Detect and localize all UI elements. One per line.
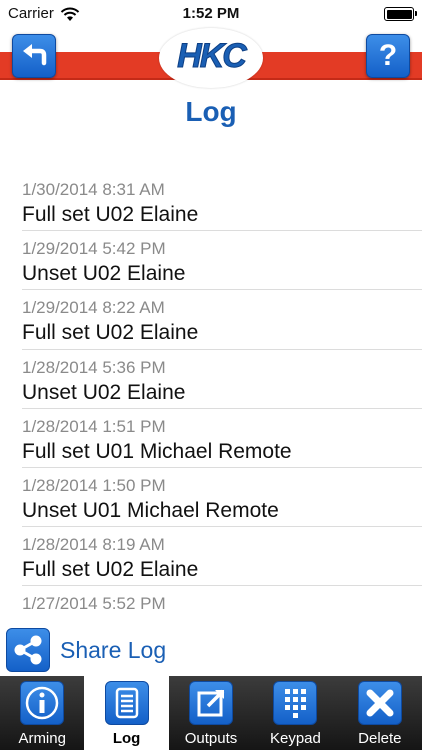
share-log-button[interactable]: Share Log (6, 628, 166, 672)
back-button[interactable] (12, 34, 56, 78)
hkc-logo: HKC (159, 28, 263, 88)
log-item: 1/27/2014 5:52 PM (22, 586, 422, 618)
log-item: 1/28/2014 1:51 PM Full set U01 Michael R… (22, 409, 422, 468)
share-log-label: Share Log (60, 636, 167, 663)
log-item: 1/29/2014 5:42 PM Unset U02 Elaine (22, 231, 422, 291)
log-time: 1/28/2014 5:36 PM (22, 357, 166, 377)
battery-icon (384, 7, 417, 21)
log-event: Unset U01 Michael Remote (22, 498, 279, 522)
tab-bar: Arming Log Outputs Keypad Delete (0, 676, 422, 750)
tab-outputs[interactable]: Outputs (169, 676, 253, 750)
log-item: 1/30/2014 8:31 AM Full set U02 Elaine (22, 172, 422, 232)
tab-arming[interactable]: Arming (0, 676, 84, 750)
tab-delete[interactable]: Delete (338, 676, 422, 750)
help-icon: ? (378, 39, 398, 72)
log-event: Unset U02 Elaine (22, 262, 186, 286)
log-item: 1/28/2014 1:50 PM Unset U01 Michael Remo… (22, 468, 422, 528)
tab-label: Log (112, 730, 141, 747)
external-link-icon (189, 681, 234, 725)
log-time: 1/28/2014 8:19 AM (22, 535, 165, 555)
logo-text: HKC (177, 37, 248, 76)
share-icon-glyph (14, 635, 42, 665)
log-item: 1/29/2014 8:22 AM Full set U02 Elaine (22, 290, 422, 350)
log-event: Full set U01 Michael Remote (22, 439, 292, 463)
share-icon (6, 628, 50, 672)
log-time: 1/28/2014 1:50 PM (22, 475, 166, 495)
log-time: 1/30/2014 8:31 AM (22, 180, 165, 199)
page-title: Log (185, 96, 237, 127)
log-item: 1/28/2014 5:36 PM Unset U02 Elaine (22, 350, 422, 409)
tab-label: Outputs (184, 730, 238, 747)
log-event: Full set U02 Elaine (22, 558, 199, 582)
keypad-icon (273, 681, 318, 725)
back-arrow-icon (23, 44, 47, 66)
log-list[interactable]: 1/30/2014 8:31 AM Full set U02 Elaine 1/… (0, 172, 422, 618)
log-time: 1/29/2014 8:22 AM (22, 298, 165, 318)
log-item: 1/28/2014 8:19 AM Full set U02 Elaine (22, 527, 422, 587)
log-time: 1/28/2014 1:51 PM (22, 416, 166, 436)
log-event: Full set U02 Elaine (22, 321, 199, 345)
close-icon (357, 681, 402, 725)
status-bar: Carrier 1:52 PM (0, 0, 422, 28)
tab-label: Keypad (269, 730, 321, 747)
log-event: Unset U02 Elaine (22, 380, 186, 404)
status-time: 1:52 PM (182, 5, 240, 22)
header: HKC ? Log (0, 28, 422, 128)
tab-label: Arming (18, 730, 66, 747)
help-button[interactable]: ? (366, 34, 410, 78)
log-time: 1/29/2014 5:42 PM (22, 239, 166, 259)
info-icon (20, 681, 65, 725)
log-time: 1/27/2014 5:52 PM (22, 594, 166, 614)
tab-log[interactable]: Log (84, 676, 169, 750)
tab-keypad[interactable]: Keypad (253, 676, 337, 750)
tab-label: Delete (358, 730, 402, 747)
document-icon (104, 681, 149, 725)
log-event: Full set U02 Elaine (22, 203, 199, 226)
